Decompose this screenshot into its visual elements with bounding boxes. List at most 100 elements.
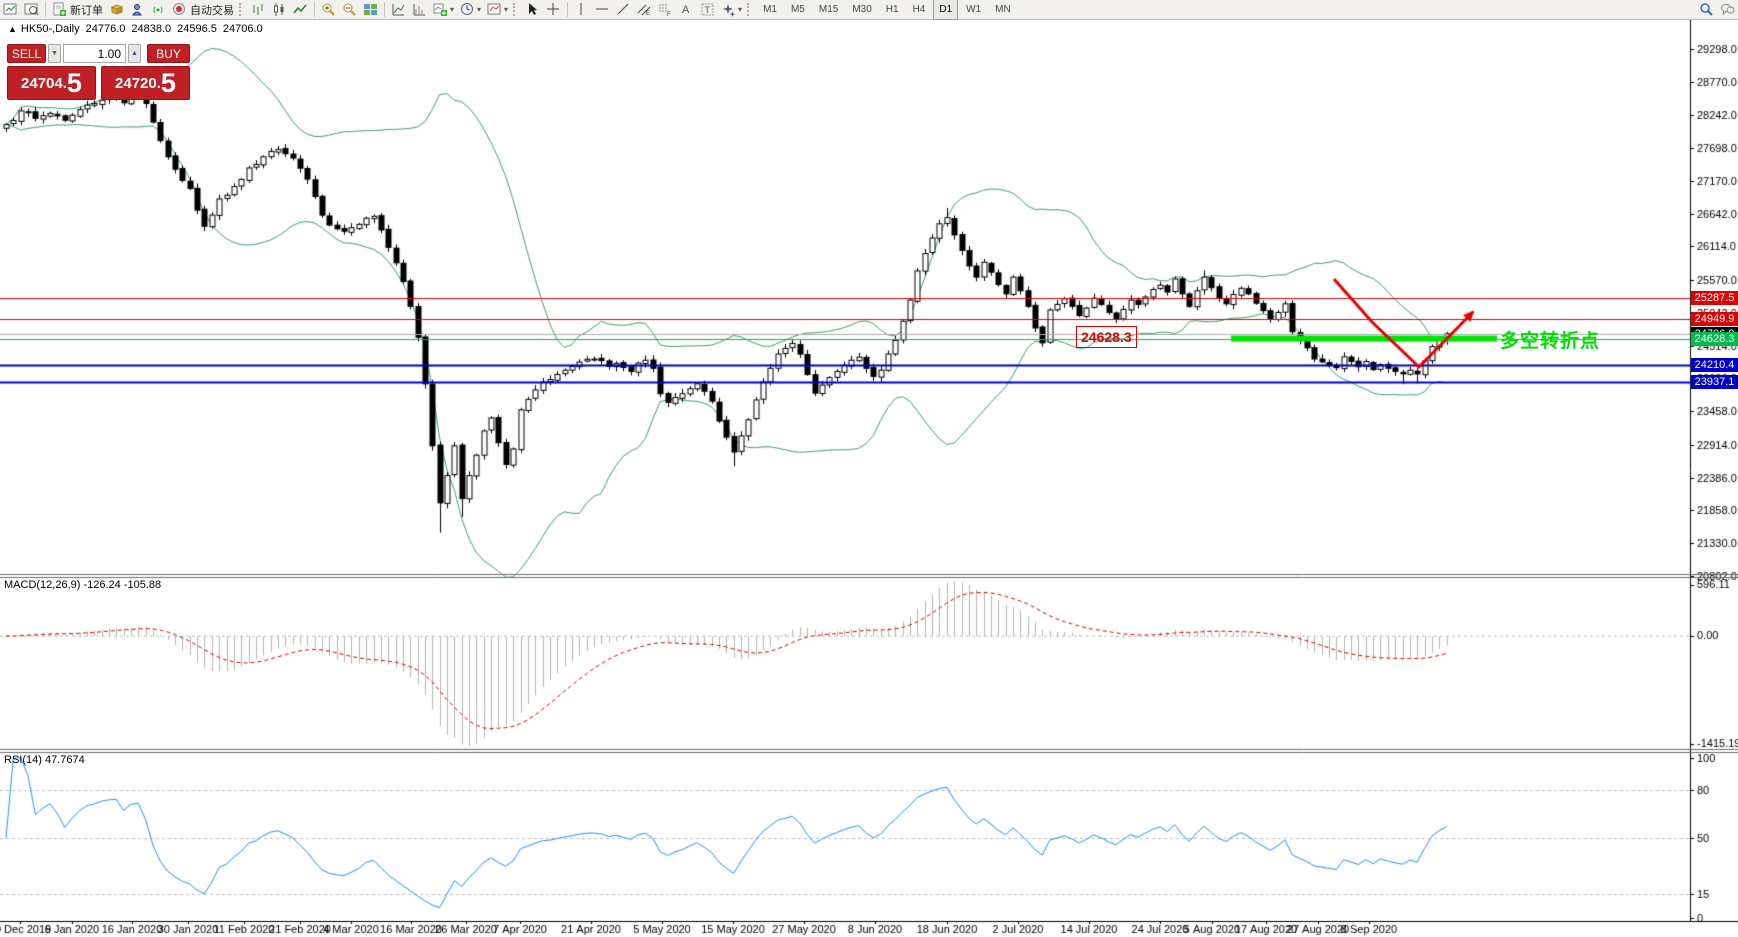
svg-text:F: F bbox=[667, 12, 671, 17]
new-order-button-label: 新订单 bbox=[70, 2, 103, 18]
annotation-text-cn[interactable]: 多空转折点 bbox=[1500, 326, 1600, 353]
signal-icon[interactable] bbox=[149, 1, 168, 18]
chevron-down-icon[interactable]: ▾ bbox=[450, 5, 454, 14]
new-order-button[interactable]: 新订单 bbox=[50, 1, 105, 18]
crosshair-icon[interactable] bbox=[544, 1, 563, 18]
timeframe-w1[interactable]: W1 bbox=[960, 0, 987, 20]
star-glyph bbox=[721, 2, 736, 17]
tile-glyph bbox=[363, 2, 378, 17]
signal-glyph bbox=[151, 2, 166, 17]
timeframe-m5[interactable]: M5 bbox=[785, 0, 811, 20]
indicators-icon[interactable] bbox=[389, 1, 408, 18]
buy-price: 24720. bbox=[115, 69, 161, 99]
timeframe-m30[interactable]: M30 bbox=[846, 0, 877, 20]
horizontal-line-icon[interactable] bbox=[593, 1, 612, 18]
line-chart-icon[interactable] bbox=[291, 1, 310, 18]
textT-glyph: T bbox=[700, 2, 715, 17]
profile-glyph bbox=[24, 2, 39, 17]
volume-decrease-button[interactable]: ▼ bbox=[48, 44, 61, 63]
volume-increase-button[interactable]: ▲ bbox=[128, 44, 141, 63]
svg-text:A: A bbox=[682, 4, 690, 16]
collapse-panel-icon[interactable]: ▲ bbox=[8, 24, 17, 34]
timeframe-m15[interactable]: M15 bbox=[813, 0, 844, 20]
bars-glyph bbox=[251, 2, 266, 17]
text-label-icon[interactable]: T bbox=[698, 1, 717, 18]
zoomin-glyph bbox=[321, 2, 336, 17]
charts-icon[interactable] bbox=[1, 1, 20, 18]
axis-price-badge: 23937.1 bbox=[1691, 375, 1738, 389]
chart-canvas[interactable] bbox=[0, 0, 1738, 937]
fibo-glyph: F bbox=[658, 2, 673, 17]
sell-price: 24704. bbox=[21, 69, 67, 99]
open-value: 24776.0 bbox=[86, 23, 126, 35]
buy-button[interactable]: BUY bbox=[147, 44, 190, 63]
chart-ohlc-header: ▲HK50-,Daily24776.024838.024596.524706.0 bbox=[8, 23, 269, 35]
equidistant-channel-icon[interactable]: E bbox=[635, 1, 654, 18]
ind1-glyph bbox=[391, 2, 406, 17]
periods-clock-icon[interactable]: ▾ bbox=[458, 1, 483, 18]
fibonacci-icon[interactable]: F bbox=[656, 1, 675, 18]
timeframe-m1[interactable]: M1 bbox=[757, 0, 783, 20]
toolbar-separator bbox=[384, 2, 385, 17]
svg-text:T: T bbox=[705, 5, 711, 15]
zoom-out-icon[interactable] bbox=[340, 1, 359, 18]
timeframe-d1[interactable]: D1 bbox=[933, 0, 958, 20]
sell-price-pips: 5 bbox=[67, 67, 82, 99]
autotrade-glyph bbox=[172, 2, 187, 17]
toolbar-separator bbox=[45, 2, 46, 17]
autotrade-button-label: 自动交易 bbox=[190, 2, 234, 18]
candlestick-chart-icon[interactable] bbox=[270, 1, 289, 18]
chart-glyph bbox=[3, 2, 18, 17]
volume-input[interactable] bbox=[63, 44, 126, 63]
timeframe-h4[interactable]: H4 bbox=[907, 0, 932, 20]
cursor-icon[interactable] bbox=[523, 1, 542, 18]
axis-price-badge: 25287.5 bbox=[1691, 291, 1738, 305]
vertical-line-icon[interactable] bbox=[572, 1, 591, 18]
timeframe-mn[interactable]: MN bbox=[989, 0, 1017, 20]
chevron-down-icon[interactable]: ▾ bbox=[738, 5, 742, 14]
chevron-down-icon[interactable]: ▾ bbox=[477, 5, 481, 14]
channel-glyph: E bbox=[637, 2, 652, 17]
sell-price-panel[interactable]: 24704.5 bbox=[7, 66, 96, 100]
toolbar-grip bbox=[747, 3, 752, 16]
axis-price-badge: 24628.3 bbox=[1691, 332, 1738, 346]
neworder-glyph bbox=[52, 2, 67, 17]
add-indicator-icon[interactable]: ▾ bbox=[431, 1, 456, 18]
buy-price-panel[interactable]: 24720.5 bbox=[101, 66, 190, 100]
zoom-in-icon[interactable] bbox=[319, 1, 338, 18]
sell-button[interactable]: SELL bbox=[7, 44, 46, 63]
text-icon[interactable]: A bbox=[677, 1, 696, 18]
symbol-period-label: HK50-,Daily bbox=[21, 23, 80, 35]
rsi-indicator-label: RSI(14) 47.7674 bbox=[4, 754, 85, 766]
toolbar-separator bbox=[567, 2, 568, 17]
hline-glyph bbox=[595, 2, 610, 17]
zoomout-glyph bbox=[342, 2, 357, 17]
trendline-icon[interactable] bbox=[614, 1, 633, 18]
toolbar: 新订单 自动交易 ▾ ▾ ▾ E F A T ▾ M1M5M15M30H1H4D1W1MN bbox=[0, 0, 1738, 20]
macd-indicator-label: MACD(12,26,9) -126.24 -105.88 bbox=[4, 579, 161, 591]
high-value: 24838.0 bbox=[131, 23, 171, 35]
arrows-icon[interactable]: ▾ bbox=[719, 1, 744, 18]
buy-price-pips: 5 bbox=[161, 67, 176, 99]
axis-price-badge: 24210.4 bbox=[1691, 358, 1738, 372]
tile-windows-icon[interactable] bbox=[361, 1, 380, 18]
search-glyph bbox=[1699, 2, 1714, 17]
chat-icon[interactable] bbox=[1718, 1, 1737, 18]
search-icon[interactable] bbox=[1697, 1, 1716, 18]
trend-glyph bbox=[616, 2, 631, 17]
profile-icon[interactable] bbox=[22, 1, 41, 18]
bar-chart-icon[interactable] bbox=[249, 1, 268, 18]
autotrade-button[interactable]: 自动交易 bbox=[170, 1, 236, 18]
addind-glyph bbox=[433, 2, 448, 17]
timeframe-h1[interactable]: H1 bbox=[880, 0, 905, 20]
templates-icon[interactable]: ▾ bbox=[485, 1, 510, 18]
price-annotation-label[interactable]: 24628.3 bbox=[1076, 326, 1137, 348]
messenger-icon[interactable] bbox=[128, 1, 147, 18]
cursor-glyph bbox=[525, 2, 540, 17]
gold-cube-icon[interactable] bbox=[107, 1, 126, 18]
indicator-windows-icon[interactable] bbox=[410, 1, 429, 18]
chevron-down-icon[interactable]: ▾ bbox=[504, 5, 508, 14]
ind2-glyph bbox=[412, 2, 427, 17]
low-value: 24596.5 bbox=[177, 23, 217, 35]
toolbar-grip bbox=[239, 3, 244, 16]
